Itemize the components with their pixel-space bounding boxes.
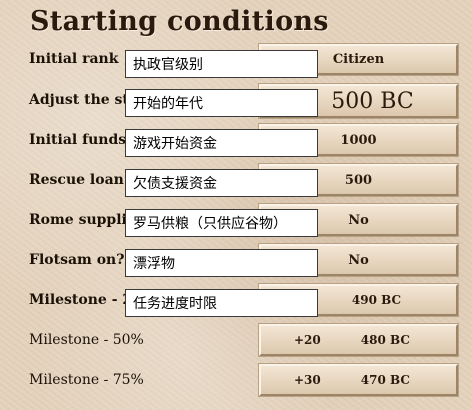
milestone-50-button[interactable]: +20 480 BC (259, 324, 458, 356)
milestone-75-button[interactable]: +30 470 BC (259, 364, 458, 396)
rome-supplies-translation: 罗马供粮（只供应谷物） (125, 209, 318, 237)
milestone-75-value: 470 BC (360, 373, 410, 387)
rome-supplies-label: Rome suppli (29, 212, 127, 228)
milestone-75-label: Milestone - 75% (29, 372, 144, 388)
milestone-50-label: Milestone - 50% (29, 332, 144, 348)
milestone-75-offset: +30 (294, 373, 321, 387)
initial-rank-value: Citizen (332, 52, 385, 67)
start-year-translation: 开始的年代 (125, 89, 318, 117)
flotsam-value: No (348, 252, 369, 268)
initial-funds-label: Initial funds (29, 132, 127, 148)
milestone-translation: 任务进度时限 (125, 289, 318, 317)
start-year-value: 500 BC (331, 88, 414, 114)
initial-funds-value: 1000 (340, 132, 377, 148)
initial-rank-label: Initial rank (29, 51, 119, 67)
start-year-label: Adjust the st (29, 92, 129, 108)
initial-funds-translation: 游戏开始资金 (125, 129, 318, 157)
milestone-25-label: Milestone - 2 (29, 292, 133, 308)
milestone-50-offset: +20 (294, 333, 321, 347)
rescue-loan-value: 500 (344, 172, 373, 188)
flotsam-label: Flotsam on? (29, 252, 125, 268)
milestone-50-value: 480 BC (360, 333, 410, 347)
rescue-loan-translation: 欠债支援资金 (125, 169, 318, 197)
milestone-25-value: 490 BC (351, 293, 402, 307)
rescue-loan-label: Rescue loan (29, 172, 124, 188)
initial-rank-translation: 执政官级别 (125, 50, 318, 78)
flotsam-translation: 漂浮物 (125, 249, 318, 277)
page-title: Starting conditions (30, 6, 329, 37)
rome-supplies-value: No (348, 212, 369, 228)
